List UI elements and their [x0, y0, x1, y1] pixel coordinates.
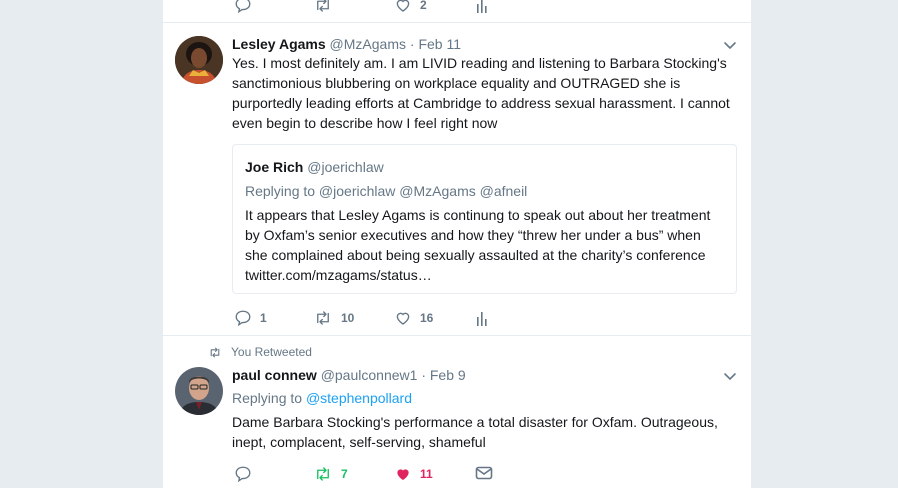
retweet-count: 7	[341, 467, 348, 481]
reply-button[interactable]: 1	[234, 309, 267, 327]
reply-icon	[235, 0, 251, 14]
chevron-down-icon	[724, 42, 736, 50]
replying-to-label: Replying to	[232, 390, 303, 406]
username[interactable]: @MzAgams	[330, 36, 406, 52]
like-count: 11	[420, 467, 433, 481]
retweet-button-active[interactable]: 7	[313, 465, 348, 483]
heart-icon	[396, 312, 410, 325]
retweet-context: You Retweeted	[207, 345, 312, 359]
like-button[interactable]: 16	[394, 309, 433, 327]
separator-dot: ·	[421, 367, 426, 383]
reply-count: 1	[260, 311, 267, 325]
heart-filled-icon	[397, 469, 409, 480]
retweet-button[interactable]	[313, 0, 333, 14]
tweet-text: Yes. I most definitely am. I am LIVID re…	[232, 53, 730, 133]
tweet-date[interactable]: Feb 11	[418, 36, 461, 52]
reply-button[interactable]	[234, 465, 252, 483]
retweet-icon	[317, 311, 329, 325]
quoted-text: It appears that Lesley Agams is continun…	[245, 205, 710, 285]
quoted-tweet[interactable]: Joe Rich @joerichlaw Replying to @joeric…	[232, 144, 737, 294]
divider	[163, 22, 751, 23]
heart-icon	[396, 0, 410, 12]
quoted-text-line: she complained about being sexually assa…	[245, 247, 706, 263]
replying-to-link[interactable]: @stephenpollard	[306, 390, 412, 406]
display-name[interactable]: paul connew	[232, 367, 317, 383]
analytics-icon	[477, 0, 487, 13]
tweet-text: Dame Barbara Stocking's performance a to…	[232, 412, 718, 452]
retweet-context-label: You Retweeted	[231, 345, 312, 359]
quoted-display-name: Joe Rich	[245, 159, 304, 175]
direct-message-button[interactable]	[475, 465, 493, 481]
tweet-text-line: sanctimonious blubbering on workplace eq…	[232, 75, 681, 91]
divider	[163, 335, 751, 336]
tweet-header: paul connew @paulconnew1 · Feb 9	[232, 367, 466, 383]
tweet-text-line: purportedly leading efforts at Cambridge…	[232, 95, 730, 111]
avatar[interactable]	[175, 367, 223, 415]
replying-to: Replying to @joerichlaw @MzAgams @afneil	[245, 183, 528, 199]
tweet-text-line: Dame Barbara Stocking's performance a to…	[232, 414, 718, 430]
tweet-text-line: even begin to describe how I feel right …	[232, 115, 498, 131]
separator-dot: ·	[409, 36, 415, 52]
envelope-icon	[475, 466, 493, 480]
avatar[interactable]	[175, 36, 223, 84]
like-button-active[interactable]: 11	[394, 465, 433, 483]
chevron-down-icon	[724, 373, 736, 381]
quoted-text-line: twitter.com/mzagams/status…	[245, 267, 432, 283]
reply-icon	[235, 466, 251, 483]
tweet-header: Lesley Agams @MzAgams · Feb 11	[232, 36, 461, 52]
display-name[interactable]: Lesley Agams	[232, 36, 326, 52]
retweet-icon	[317, 467, 329, 481]
quoted-text-line: by Oxfam’s senior executives and how the…	[245, 227, 701, 243]
retweet-button[interactable]: 10	[313, 309, 354, 327]
like-count: 2	[420, 0, 427, 12]
avatar-photo	[175, 367, 223, 415]
analytics-button[interactable]	[475, 309, 489, 327]
tweet-text-line: inept, complacent, self-serving, shamefu…	[232, 434, 486, 450]
more-options-button[interactable]	[723, 369, 737, 388]
username[interactable]: @paulconnew1	[321, 367, 418, 383]
retweet-count: 10	[341, 311, 355, 325]
avatar-photo	[175, 36, 223, 84]
tweet-text-line: Yes. I most definitely am. I am LIVID re…	[232, 55, 727, 71]
replying-to: Replying to @stephenpollard	[232, 390, 412, 406]
retweet-icon	[317, 0, 329, 12]
retweet-icon	[210, 347, 220, 357]
like-button[interactable]: 2	[394, 0, 427, 14]
tweet-date[interactable]: Feb 9	[430, 367, 466, 383]
quoted-username: @joerichlaw	[307, 159, 384, 175]
analytics-button[interactable]	[475, 0, 489, 14]
timeline: 2 Lesley Agams @MzAgams · Feb 11 Yes. I …	[162, 0, 752, 488]
quoted-text-line: It appears that Lesley Agams is continun…	[245, 207, 711, 223]
reply-button[interactable]	[234, 0, 252, 14]
reply-icon	[235, 310, 251, 327]
quoted-header: Joe Rich @joerichlaw	[245, 159, 384, 175]
analytics-icon	[477, 312, 487, 326]
like-count: 16	[420, 311, 434, 325]
